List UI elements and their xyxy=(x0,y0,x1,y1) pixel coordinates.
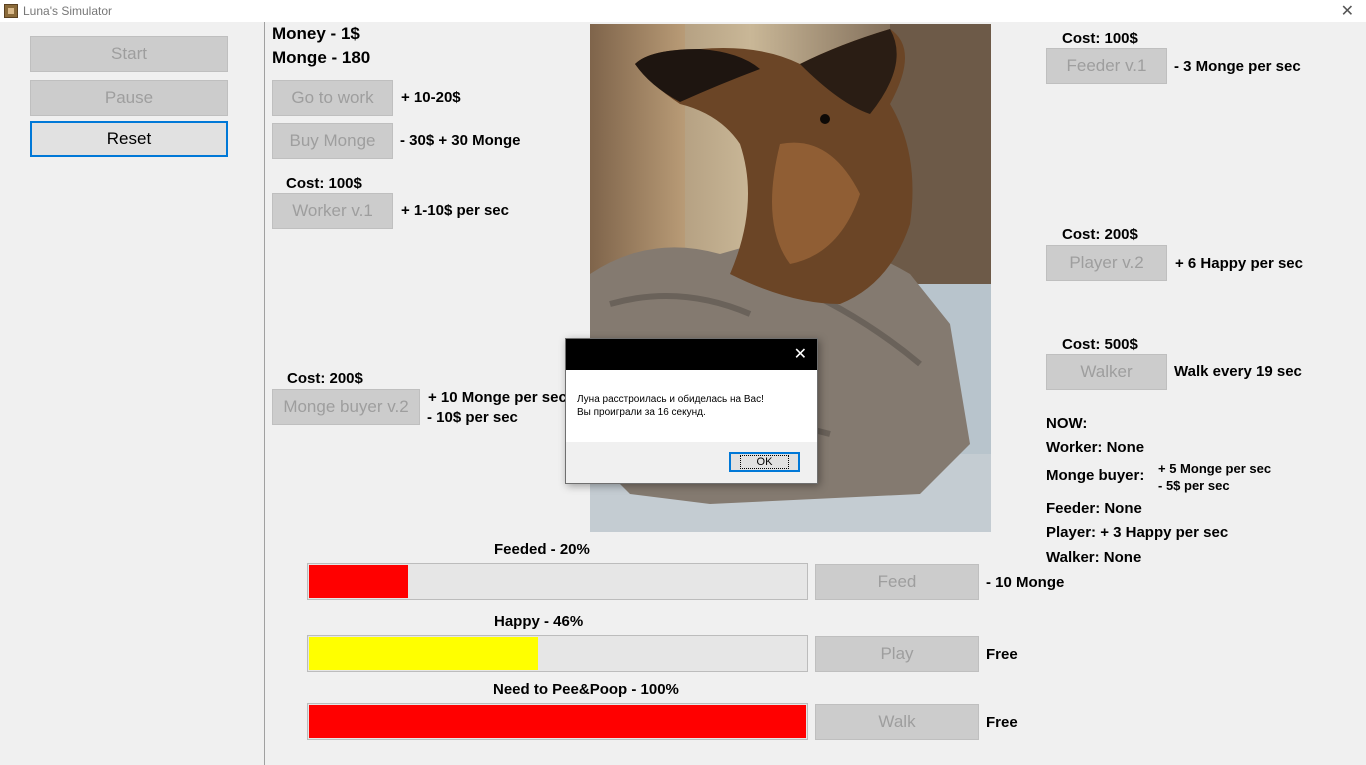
buy-monge-desc: - 30$ + 30 Monge xyxy=(400,132,521,149)
dialog-message-line2: Вы проиграли за 16 секунд. xyxy=(577,407,706,418)
feeded-label: Feeded - 20% xyxy=(494,541,590,558)
feeder-desc: - 3 Monge per sec xyxy=(1174,58,1301,75)
monge-buyer-upgrade-button[interactable]: Monge buyer v.2 xyxy=(272,389,420,425)
happy-bar-fill xyxy=(309,637,538,670)
feed-cost: - 10 Monge xyxy=(986,574,1065,591)
walk-cost: Free xyxy=(986,714,1018,731)
worker-cost-label: Cost: 100$ xyxy=(286,175,362,192)
worker-desc: + 1-10$ per sec xyxy=(401,202,509,219)
now-feeder: Feeder: None xyxy=(1046,500,1142,517)
feeded-bar xyxy=(307,563,808,600)
happy-label: Happy - 46% xyxy=(494,613,584,630)
feeded-bar-fill xyxy=(309,565,408,598)
dialog-body: Луна расстроилась и обиделась на Вас! Вы… xyxy=(566,370,817,442)
buyer-desc-2: - 10$ per sec xyxy=(427,409,518,426)
walker-desc: Walk every 19 sec xyxy=(1174,363,1302,380)
now-player: Player: + 3 Happy per sec xyxy=(1046,524,1229,541)
now-walker: Walker: None xyxy=(1046,549,1142,566)
worker-upgrade-button[interactable]: Worker v.1 xyxy=(272,193,393,229)
player-desc: + 6 Happy per sec xyxy=(1175,255,1303,272)
buyer-cost-label: Cost: 200$ xyxy=(287,370,363,387)
monge-label: Monge - 180 xyxy=(272,48,371,67)
now-buyer-label: Monge buyer: xyxy=(1046,467,1145,484)
buyer-desc-1: + 10 Monge per sec xyxy=(428,389,567,406)
game-over-dialog: ✕ Луна расстроилась и обиделась на Вас! … xyxy=(565,338,818,484)
dialog-ok-label: OK xyxy=(739,455,790,469)
window-title: Luna's Simulator xyxy=(23,4,113,18)
pause-button[interactable]: Pause xyxy=(30,80,228,116)
now-heading: NOW: xyxy=(1046,415,1088,432)
work-reward-label: + 10-20$ xyxy=(401,89,461,106)
now-worker: Worker: None xyxy=(1046,439,1145,456)
title-bar: Luna's Simulator ✕ xyxy=(0,0,1366,22)
feed-button[interactable]: Feed xyxy=(815,564,979,600)
walk-button[interactable]: Walk xyxy=(815,704,979,740)
pee-bar-fill xyxy=(309,705,806,738)
dialog-ok-button[interactable]: OK xyxy=(729,452,800,472)
now-buyer-1: + 5 Monge per sec xyxy=(1158,461,1272,476)
start-button[interactable]: Start xyxy=(30,36,228,72)
now-buyer-2: - 5$ per sec xyxy=(1158,478,1230,493)
play-cost: Free xyxy=(986,646,1018,663)
dialog-close-icon[interactable]: ✕ xyxy=(794,344,807,363)
pee-bar xyxy=(307,703,808,740)
pee-label: Need to Pee&Poop - 100% xyxy=(493,681,679,698)
money-label: Money - 1$ xyxy=(272,24,360,43)
walker-cost-label: Cost: 500$ xyxy=(1062,336,1138,353)
window-close-icon[interactable]: ✕ xyxy=(1341,1,1354,20)
reset-button[interactable]: Reset xyxy=(30,121,228,157)
buy-monge-button[interactable]: Buy Monge xyxy=(272,123,393,159)
play-button[interactable]: Play xyxy=(815,636,979,672)
go-to-work-button[interactable]: Go to work xyxy=(272,80,393,116)
dialog-message-line1: Луна расстроилась и обиделась на Вас! xyxy=(577,394,764,405)
dialog-titlebar: ✕ xyxy=(566,339,817,370)
walker-upgrade-button[interactable]: Walker xyxy=(1046,354,1167,390)
feeder-cost-label: Cost: 100$ xyxy=(1062,30,1138,47)
happy-bar xyxy=(307,635,808,672)
app-icon xyxy=(4,4,18,18)
sidebar: Start Pause Reset xyxy=(0,22,265,765)
player-upgrade-button[interactable]: Player v.2 xyxy=(1046,245,1167,281)
feeder-upgrade-button[interactable]: Feeder v.1 xyxy=(1046,48,1167,84)
player-cost-label: Cost: 200$ xyxy=(1062,226,1138,243)
